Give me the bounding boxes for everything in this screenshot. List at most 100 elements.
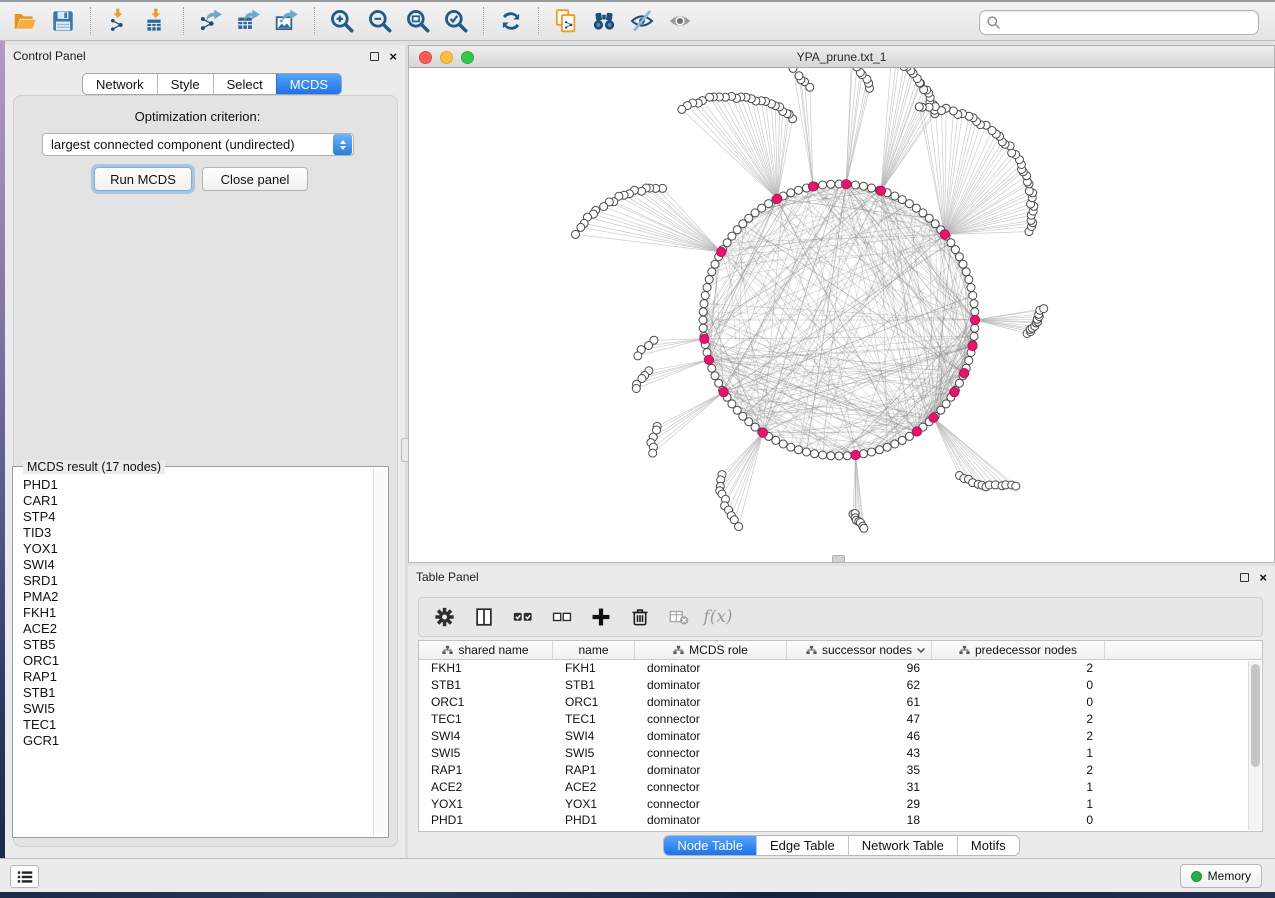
traffic-light-close-icon[interactable]: [419, 51, 432, 64]
table-scrollbar[interactable]: [1248, 661, 1261, 830]
close-panel-button[interactable]: Close panel: [202, 167, 308, 191]
tab-edge-table[interactable]: Edge Table: [756, 836, 848, 855]
mcds-result-item[interactable]: TID3: [23, 525, 372, 541]
table-row-ORC1[interactable]: ORC1ORC1dominator610: [419, 694, 1262, 711]
mcds-result-item[interactable]: SRD1: [23, 573, 372, 589]
toolbar-separator: [538, 7, 539, 35]
search-binoculars-icon[interactable]: [585, 4, 623, 38]
mcds-result-item[interactable]: PMA2: [23, 589, 372, 605]
save-session-icon[interactable]: [44, 4, 82, 38]
mcds-result-item[interactable]: SWI5: [23, 701, 372, 717]
traffic-light-minimize-icon[interactable]: [440, 51, 453, 64]
delete-row-icon[interactable]: [624, 601, 656, 633]
table-row-FKH1[interactable]: FKH1FKH1dominator962: [419, 660, 1262, 677]
table-row-STB1[interactable]: STB1STB1dominator620: [419, 677, 1262, 694]
table-row-TEC1[interactable]: TEC1TEC1connector472: [419, 711, 1262, 728]
table-row-RAP1[interactable]: RAP1RAP1dominator352: [419, 761, 1262, 778]
cell-name: SWI4: [553, 729, 635, 743]
table-row-YOX1[interactable]: YOX1YOX1connector291: [419, 795, 1262, 812]
mcds-result-item[interactable]: CAR1: [23, 493, 372, 509]
export-image-icon[interactable]: [268, 4, 306, 38]
select-all-rows-icon[interactable]: [507, 601, 539, 633]
column-type-icon: [442, 645, 453, 655]
float-table-panel-icon[interactable]: [1240, 573, 1249, 582]
table-row-SWI5[interactable]: SWI5SWI5connector431: [419, 744, 1262, 761]
mcds-result-item[interactable]: SWI4: [23, 557, 372, 573]
table-scrollbar-thumb[interactable]: [1251, 664, 1260, 767]
memory-button[interactable]: Memory: [1180, 864, 1262, 888]
search-input[interactable]: [1001, 13, 1258, 33]
zoom-out-icon[interactable]: [361, 4, 399, 38]
deselect-all-rows-icon[interactable]: [546, 601, 578, 633]
toolbar-separator: [90, 7, 91, 35]
mcds-result-item[interactable]: GCR1: [23, 733, 372, 749]
mcds-result-item[interactable]: STB5: [23, 637, 372, 653]
network-graph[interactable]: [409, 68, 1274, 561]
cell-shared_name: FKH1: [419, 661, 553, 675]
zoom-selected-icon[interactable]: [437, 4, 475, 38]
cell-shared_name: RAP1: [419, 763, 553, 777]
table-row-SWI4[interactable]: SWI4SWI4dominator462: [419, 728, 1262, 745]
export-network-icon[interactable]: [192, 4, 230, 38]
table-panel-title: Table Panel: [416, 570, 479, 584]
hide-selected-icon[interactable]: [623, 4, 661, 38]
criterion-select[interactable]: largest connected component (undirected): [42, 133, 354, 156]
network-window-titlebar[interactable]: YPA_prune.txt_1: [408, 45, 1275, 68]
network-canvas[interactable]: [408, 68, 1275, 563]
show-all-icon: [661, 4, 699, 38]
cell-name: STB1: [553, 678, 635, 692]
table-row-ACE2[interactable]: ACE2ACE2connector311: [419, 778, 1262, 795]
sort-desc-icon: [916, 647, 926, 654]
zoom-in-icon[interactable]: [323, 4, 361, 38]
refresh-layout-icon[interactable]: [492, 4, 530, 38]
mcds-result-item[interactable]: ACE2: [23, 621, 372, 637]
insert-column-icon[interactable]: [468, 601, 500, 633]
column-type-icon: [673, 645, 684, 655]
task-history-button[interactable]: [10, 865, 39, 888]
tab-motifs[interactable]: Motifs: [957, 836, 1019, 855]
cell-mcds_role: connector: [635, 712, 787, 726]
add-row-icon[interactable]: [585, 601, 617, 633]
search-box[interactable]: [979, 10, 1259, 35]
table-settings-gear-icon[interactable]: [429, 601, 461, 633]
tab-select[interactable]: Select: [213, 74, 276, 94]
mcds-result-item[interactable]: TEC1: [23, 717, 372, 733]
mcds-result-item[interactable]: RAP1: [23, 669, 372, 685]
import-network-icon[interactable]: [99, 4, 137, 38]
float-panel-icon[interactable]: [370, 52, 379, 61]
cell-shared_name: ACE2: [419, 780, 553, 794]
table-row-PHD1[interactable]: PHD1PHD1dominator180: [419, 812, 1262, 829]
close-panel-icon[interactable]: ×: [389, 52, 397, 61]
zoom-fit-icon[interactable]: [399, 4, 437, 38]
cell-successor_nodes: 61: [787, 695, 932, 709]
mcds-result-item[interactable]: STP4: [23, 509, 372, 525]
run-mcds-button[interactable]: Run MCDS: [94, 167, 192, 191]
cell-shared_name: SWI4: [419, 729, 553, 743]
tab-network[interactable]: Network: [83, 74, 157, 94]
tab-node-table[interactable]: Node Table: [664, 836, 756, 855]
import-table-icon[interactable]: [137, 4, 175, 38]
tab-network-table[interactable]: Network Table: [848, 836, 957, 855]
close-table-panel-icon[interactable]: ×: [1259, 573, 1267, 582]
tab-mcds[interactable]: MCDS: [276, 74, 341, 94]
mcds-result-item[interactable]: YOX1: [23, 541, 372, 557]
horizontal-splitter-handle[interactable]: [832, 555, 845, 563]
export-table-icon[interactable]: [230, 4, 268, 38]
open-file-icon[interactable]: [6, 4, 44, 38]
column-header-name[interactable]: name: [553, 641, 635, 659]
mcds-list-scrollbar[interactable]: [373, 468, 387, 836]
network-view-window: YPA_prune.txt_1: [408, 45, 1275, 563]
tab-style[interactable]: Style: [157, 74, 213, 94]
memory-status-icon: [1191, 871, 1202, 882]
column-header-predecessor-nodes[interactable]: predecessor nodes: [932, 641, 1105, 659]
mcds-result-item[interactable]: ORC1: [23, 653, 372, 669]
column-header-shared-name[interactable]: shared name: [419, 641, 553, 659]
mcds-result-item[interactable]: FKH1: [23, 605, 372, 621]
cell-predecessor_nodes: 0: [932, 695, 1105, 709]
clone-network-icon[interactable]: [547, 4, 585, 38]
mcds-result-item[interactable]: STB1: [23, 685, 372, 701]
mcds-result-item[interactable]: PHD1: [23, 477, 372, 493]
column-header-MCDS-role[interactable]: MCDS role: [635, 641, 787, 659]
column-header-successor-nodes[interactable]: successor nodes: [787, 641, 932, 659]
traffic-light-maximize-icon[interactable]: [461, 51, 474, 64]
